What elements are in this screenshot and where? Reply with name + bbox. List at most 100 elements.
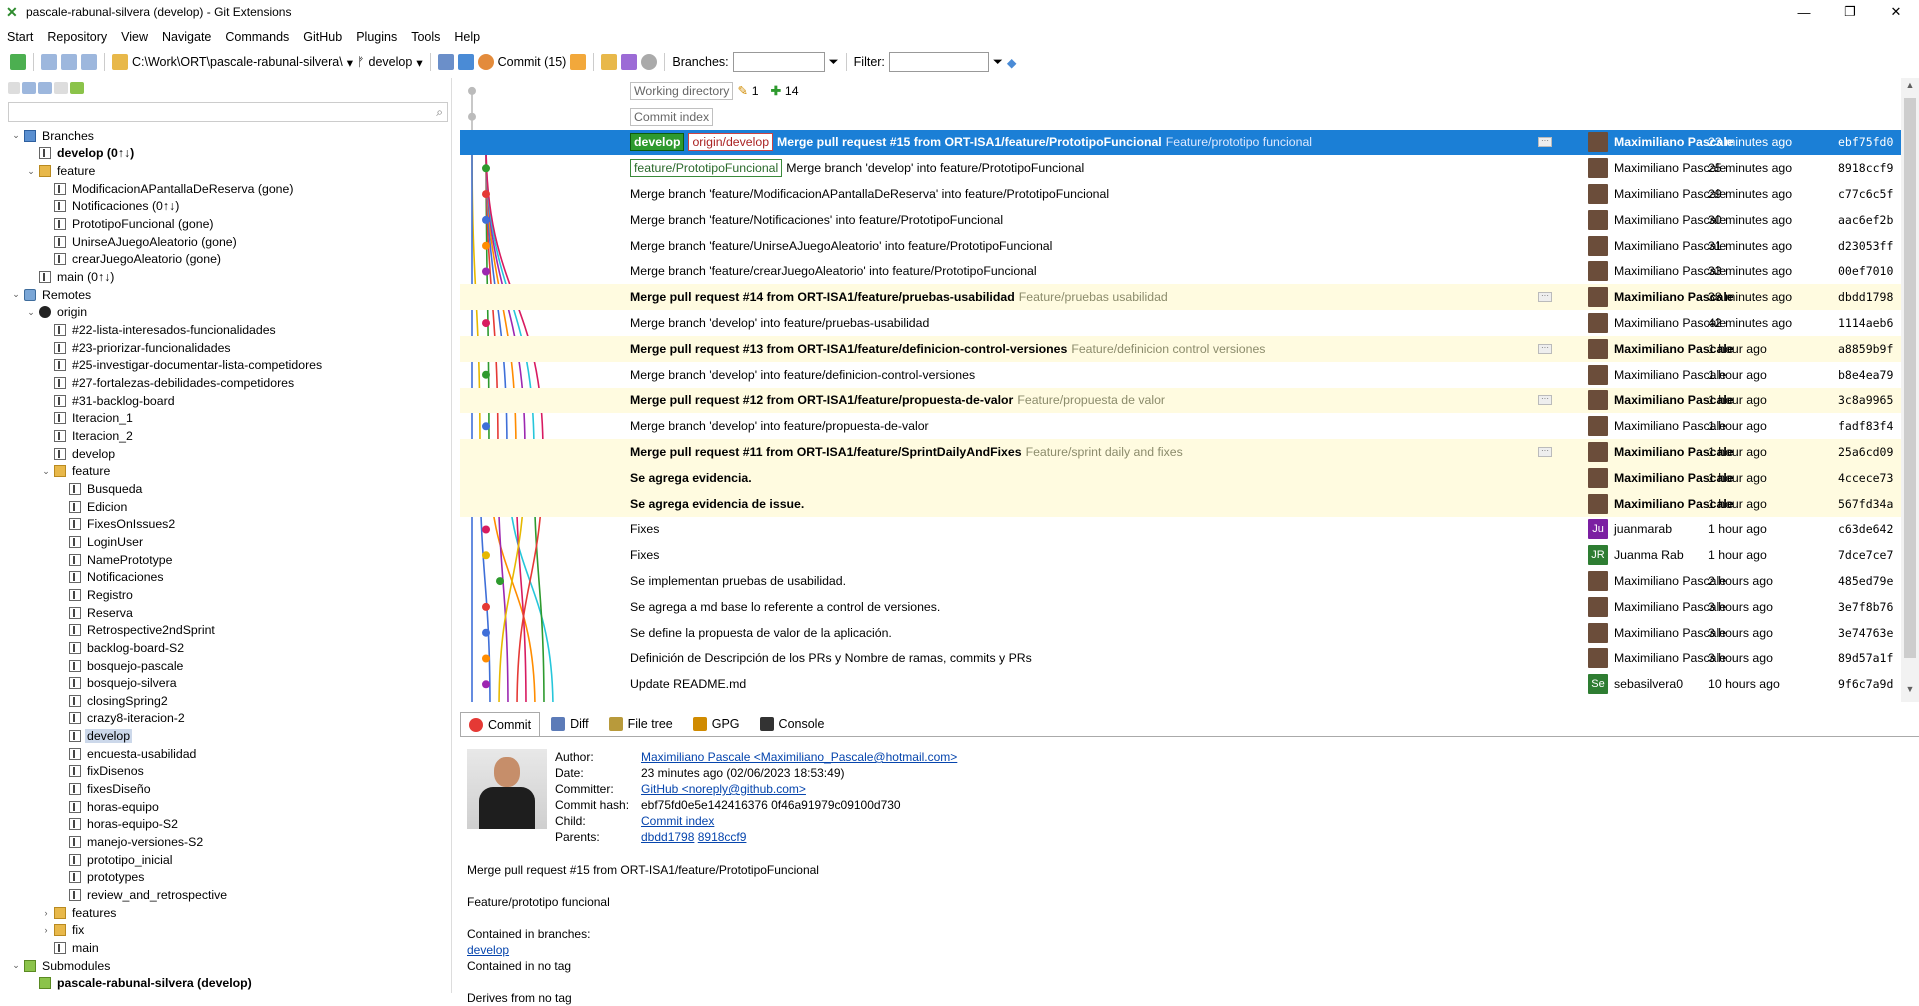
tree-node[interactable]: ⌄ feature — [0, 162, 452, 180]
chevron-down-icon[interactable]: ⌄ — [10, 289, 22, 300]
menu-repository[interactable]: Repository — [40, 30, 114, 44]
refresh-icon[interactable] — [10, 54, 26, 70]
tree-node[interactable]: ⌄ Submodules — [0, 957, 452, 975]
tree-node[interactable]: Registro — [0, 586, 452, 604]
menu-tools[interactable]: Tools — [404, 30, 447, 44]
tree-node[interactable]: ⌄ feature — [0, 462, 452, 480]
submodules-icon[interactable] — [70, 82, 84, 94]
tab-diff[interactable]: Diff — [542, 712, 598, 736]
stash-icon[interactable] — [570, 54, 587, 70]
tree-node[interactable]: ModificacionAPantallaDeReserva (gone) — [0, 180, 452, 198]
chevron-down-icon[interactable]: ⌄ — [25, 307, 37, 318]
tab-file-tree[interactable]: File tree — [600, 712, 682, 736]
menu-github[interactable]: GitHub — [296, 30, 349, 44]
tab-commit[interactable]: Commit — [460, 712, 541, 736]
branches-icon[interactable] — [22, 82, 36, 94]
tree-node[interactable]: bosquejo-pascale — [0, 657, 452, 675]
chevron-down-icon[interactable]: ▾ — [416, 55, 422, 70]
tree-node[interactable]: Edicion — [0, 498, 452, 516]
tree-node[interactable]: ⌄ Branches — [0, 127, 452, 145]
chevron-down-icon[interactable]: ⌄ — [25, 166, 37, 177]
filter-icon[interactable]: ⏷ — [829, 55, 839, 70]
vertical-scrollbar[interactable]: ▲ ▼ — [1901, 78, 1919, 702]
settings-icon[interactable] — [641, 54, 658, 70]
diff-icon[interactable] — [621, 54, 638, 70]
tree-node[interactable]: prototipo_inicial — [0, 851, 452, 869]
tree-node[interactable]: closingSpring2 — [0, 692, 452, 710]
tree-node[interactable]: develop — [0, 727, 452, 745]
tree-node[interactable]: #22-lista-interesados-funcionalidades — [0, 321, 452, 339]
chevron-down-icon[interactable]: ⌄ — [10, 130, 22, 141]
tree-node[interactable]: › features — [0, 904, 452, 922]
tree-node[interactable]: manejo-versiones-S2 — [0, 833, 452, 851]
tab-console[interactable]: Console — [751, 712, 834, 736]
tree-node[interactable]: Busqueda — [0, 480, 452, 498]
split-icon[interactable] — [61, 54, 77, 70]
highlight-icon[interactable]: ◆ — [1007, 55, 1017, 70]
commit-row[interactable]: Fixes Ju juanmarab 1 hour ago c63de642 — [460, 517, 1910, 543]
commit-row[interactable]: Merge branch 'develop' into feature/defi… — [460, 362, 1910, 388]
close-button[interactable]: ✕ — [1873, 0, 1919, 24]
branch-label[interactable]: develop — [630, 133, 685, 152]
commit-row[interactable]: Merge branch 'feature/UnirseAJuegoAleato… — [460, 233, 1910, 259]
more-icon[interactable]: ··· — [1538, 395, 1552, 406]
parent-link[interactable]: dbdd1798 — [641, 829, 694, 845]
commit-row[interactable]: Fixes JR Juanma Rab 1 hour ago 7dce7ce7 — [460, 542, 1910, 568]
tree-node[interactable]: NamePrototype — [0, 551, 452, 569]
tree-node[interactable]: UnirseAJuegoAleatorio (gone) — [0, 233, 452, 251]
panel-icon[interactable] — [81, 54, 97, 70]
tree-node[interactable]: › fix — [0, 922, 452, 940]
menu-help[interactable]: Help — [447, 30, 487, 44]
commit-row[interactable]: feature/PrototipoFuncional Merge branch '… — [460, 155, 1910, 181]
tree-node[interactable]: fixesDiseño — [0, 780, 452, 798]
fetch-icon[interactable] — [437, 54, 454, 70]
branches-combo[interactable] — [732, 52, 825, 72]
more-icon[interactable]: ··· — [1538, 292, 1552, 303]
tree-node[interactable]: backlog-board-S2 — [0, 639, 452, 657]
tree-node[interactable]: Notificaciones — [0, 568, 452, 586]
commit-row[interactable]: Merge pull request #12 from ORT-ISA1/fea… — [460, 387, 1910, 414]
commit-row[interactable]: develop origin/develop Merge pull request … — [460, 129, 1910, 156]
tree-node[interactable]: develop — [0, 445, 452, 463]
menu-plugins[interactable]: Plugins — [349, 30, 404, 44]
commit-row[interactable]: Merge branch 'develop' into feature/prop… — [460, 413, 1910, 439]
tree-node[interactable]: PrototipoFuncional (gone) — [0, 215, 452, 233]
tree-node[interactable]: fixDisenos — [0, 763, 452, 781]
layout-icon[interactable] — [41, 54, 57, 70]
tree-node[interactable]: #23-priorizar-funcionalidades — [0, 339, 452, 357]
tree-node[interactable]: review_and_retrospective — [0, 886, 452, 904]
commit-row[interactable]: Definición de Descripción de los PRs y N… — [460, 646, 1910, 672]
more-icon[interactable]: ··· — [1538, 343, 1552, 354]
parent-link[interactable]: 8918ccf9 — [698, 829, 747, 845]
repo-path[interactable]: C:\Work\ORT\pascale-rabunal-silvera\ — [132, 55, 343, 69]
scroll-up-icon[interactable]: ▲ — [1901, 80, 1919, 96]
scroll-thumb[interactable] — [1904, 98, 1916, 658]
chevron-right-icon[interactable]: › — [40, 925, 52, 935]
current-branch[interactable]: develop — [369, 55, 413, 69]
menu-commands[interactable]: Commands — [218, 30, 296, 44]
tree-node[interactable]: crazy8-iteracion-2 — [0, 710, 452, 728]
commit-row[interactable]: Merge branch 'feature/Notificaciones' in… — [460, 207, 1910, 233]
search-icon[interactable]: ⌕ — [436, 105, 443, 120]
commit-row[interactable]: Merge pull request #14 from ORT-ISA1/fea… — [460, 284, 1910, 311]
author-link[interactable]: Maximiliano Pascale <Maximiliano_Pascale… — [641, 749, 957, 765]
tab-gpg[interactable]: GPG — [684, 712, 749, 736]
tree-node[interactable]: Iteracion_2 — [0, 427, 452, 445]
more-icon[interactable]: ··· — [1538, 137, 1552, 148]
tree-node[interactable]: encuesta-usabilidad — [0, 745, 452, 763]
tree-node[interactable]: horas-equipo-S2 — [0, 816, 452, 834]
branch-label[interactable]: origin/develop — [688, 133, 774, 152]
chevron-right-icon[interactable]: › — [40, 908, 52, 918]
scroll-down-icon[interactable]: ▼ — [1901, 684, 1919, 700]
commit-row[interactable]: Merge pull request #13 from ORT-ISA1/fea… — [460, 336, 1910, 362]
more-icon[interactable]: ··· — [1538, 447, 1552, 458]
filter-input[interactable] — [888, 52, 989, 72]
collapse-icon[interactable] — [8, 82, 20, 94]
tree-node[interactable]: develop (0↑↓) — [0, 145, 452, 163]
tree-node[interactable]: FixesOnIssues2 — [0, 515, 452, 533]
chevron-down-icon[interactable]: ▾ — [347, 55, 353, 70]
menu-start[interactable]: Start — [0, 30, 40, 44]
push-icon[interactable] — [457, 54, 474, 70]
tree-node[interactable]: #31-backlog-board — [0, 392, 452, 410]
commit-row[interactable]: Merge branch 'feature/crearJuegoAleatori… — [460, 259, 1910, 285]
